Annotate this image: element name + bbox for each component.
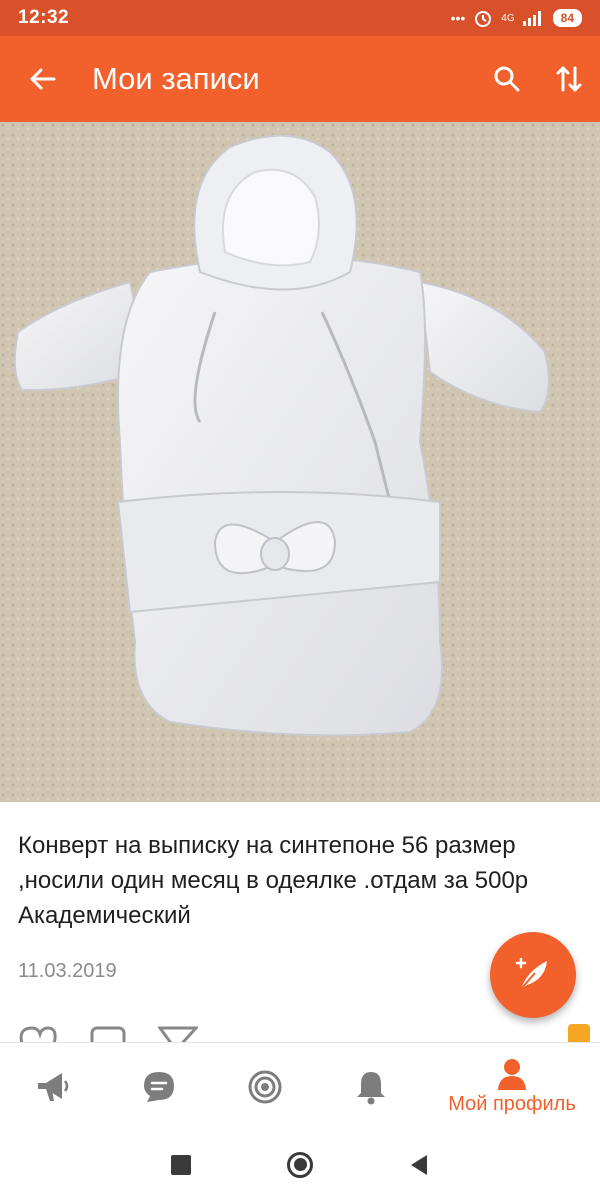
post-photo[interactable] xyxy=(0,122,600,802)
share-icon[interactable] xyxy=(158,1022,198,1042)
nav-profile[interactable]: Мой профиль xyxy=(424,1043,600,1131)
status-time: 12:32 xyxy=(18,7,70,28)
bottom-nav: Мой профиль xyxy=(0,1042,600,1130)
nav-discussions[interactable] xyxy=(212,1043,318,1131)
signal-icon xyxy=(522,11,541,26)
notification-dots: ••• xyxy=(450,10,466,26)
discussions-icon xyxy=(248,1070,282,1103)
status-icons: ••• 4G 84 xyxy=(451,8,582,28)
new-post-button[interactable] xyxy=(490,932,576,1018)
nav-notifications[interactable] xyxy=(318,1043,424,1131)
home-circle-icon[interactable] xyxy=(287,1151,313,1178)
reactions-row xyxy=(18,1020,598,1042)
back-button[interactable] xyxy=(0,36,84,122)
sort-button[interactable] xyxy=(538,36,600,122)
megaphone-icon xyxy=(38,1072,69,1101)
profile-icon xyxy=(498,1059,526,1090)
back-arrow-icon xyxy=(30,68,56,90)
system-nav xyxy=(0,1130,600,1199)
bell-icon xyxy=(357,1071,385,1104)
nav-messages[interactable] xyxy=(106,1043,212,1131)
network-type: 4G xyxy=(501,12,515,24)
post-text: Конверт на выписку на синтепоне 56 разме… xyxy=(18,832,529,929)
messages-icon xyxy=(144,1071,174,1102)
comment-icon[interactable] xyxy=(90,1022,130,1042)
recents-square-icon[interactable] xyxy=(171,1154,191,1175)
alarm-icon xyxy=(475,11,492,27)
app-bar: Мои записи xyxy=(0,36,600,122)
sort-icon xyxy=(556,66,582,92)
search-icon xyxy=(494,66,520,92)
post-date: 11.03.2019 xyxy=(18,960,117,982)
battery-icon: 84 xyxy=(552,9,582,27)
back-triangle-icon[interactable] xyxy=(409,1154,429,1176)
baby-snowsuit-photo xyxy=(0,122,600,802)
page-title: Мои записи xyxy=(92,61,260,96)
status-bar: 12:32 ••• 4G 84 xyxy=(0,0,600,36)
nav-profile-label: Мой профиль xyxy=(448,1093,576,1115)
like-icon[interactable] xyxy=(18,1022,58,1042)
badge-icon xyxy=(568,1024,590,1042)
search-button[interactable] xyxy=(476,36,538,122)
new-post-feather-icon xyxy=(515,957,547,990)
nav-feed[interactable] xyxy=(0,1043,106,1131)
